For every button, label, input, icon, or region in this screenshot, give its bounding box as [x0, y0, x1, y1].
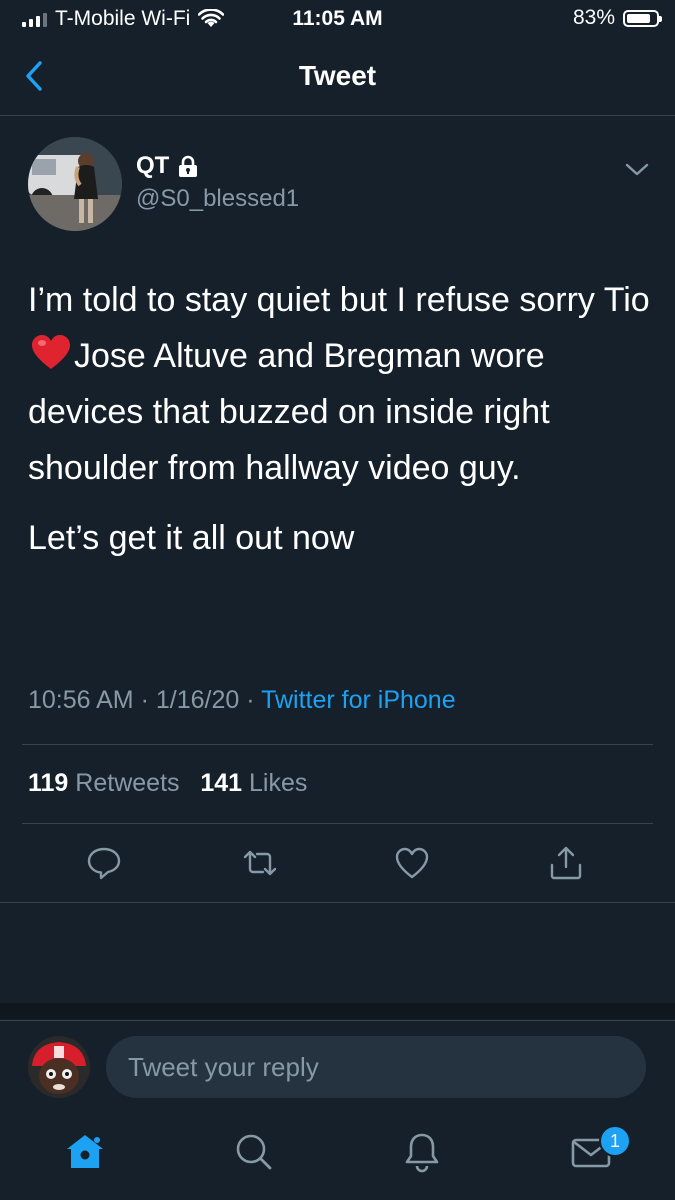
author-name[interactable]: QT: [136, 152, 169, 180]
retweets-count: 119: [28, 769, 69, 797]
author-avatar[interactable]: [28, 137, 122, 231]
tweet-paragraph-1: I’m told to stay quiet but I refuse sorr…: [28, 272, 653, 496]
tweet-meta: 10:56 AM · 1/16/20 · Twitter for iPhone: [28, 686, 456, 715]
battery-percent: 83%: [572, 6, 615, 29]
retweet-icon[interactable]: [242, 845, 278, 881]
reply-icon[interactable]: [86, 845, 122, 881]
share-icon[interactable]: [548, 845, 584, 881]
messages-badge: 1: [599, 1125, 631, 1157]
meta-separator: ·: [246, 686, 255, 714]
nav-bar: Tweet: [0, 38, 675, 116]
battery-icon: [623, 9, 662, 27]
likes-stat[interactable]: 141 Likes: [200, 769, 307, 797]
divider: [0, 1020, 675, 1021]
tweet-text-part-2: Jose Altuve and Bregman wore devices tha…: [28, 337, 550, 487]
tweet-text-part-1: I’m told to stay quiet but I refuse sorr…: [28, 281, 650, 319]
reply-field[interactable]: [106, 1036, 646, 1098]
meta-separator: ·: [140, 686, 149, 714]
divider: [0, 902, 675, 903]
notifications-icon[interactable]: [400, 1130, 444, 1174]
likes-count: 141: [200, 769, 243, 797]
author-name-row[interactable]: QT: [136, 152, 198, 180]
search-icon[interactable]: [232, 1130, 276, 1174]
tweet-stats: 119 Retweets 141 Likes: [28, 769, 307, 798]
my-avatar: [28, 1036, 90, 1098]
tweet-date: 1/16/20: [155, 686, 240, 714]
status-bar: T-Mobile Wi-Fi 11:05 AM 83%: [0, 0, 675, 38]
page-title: Tweet: [298, 60, 377, 91]
home-icon[interactable]: [63, 1130, 107, 1174]
retweets-label: Retweets: [75, 769, 180, 797]
tweet-source-link[interactable]: Twitter for iPhone: [261, 686, 456, 714]
chevron-down-icon[interactable]: [624, 160, 650, 178]
lock-icon: [179, 155, 198, 177]
divider: [22, 744, 653, 745]
divider: [22, 823, 653, 824]
tweet-paragraph-2: Let’s get it all out now: [28, 519, 355, 557]
battery-area: 83%: [572, 6, 662, 30]
tweet-time: 10:56 AM: [28, 686, 134, 714]
reply-input[interactable]: [106, 1036, 646, 1098]
retweets-stat[interactable]: 119 Retweets: [28, 769, 180, 797]
tweet-body: I’m told to stay quiet but I refuse sorr…: [28, 272, 653, 580]
red-heart-emoji-icon: [32, 335, 70, 369]
likes-label: Likes: [249, 769, 308, 797]
author-handle[interactable]: @S0_blessed1: [136, 185, 299, 213]
like-icon[interactable]: [394, 845, 430, 881]
